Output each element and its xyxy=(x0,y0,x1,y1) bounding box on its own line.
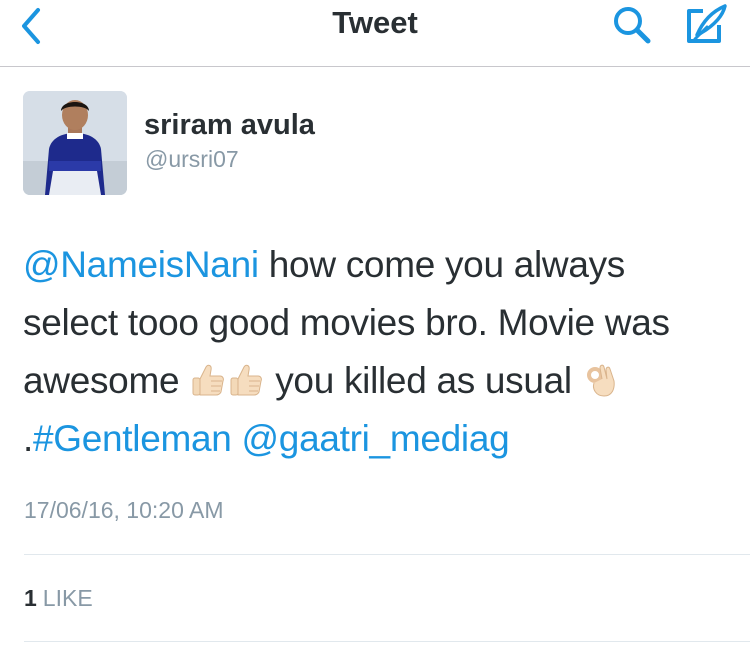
compose-button[interactable] xyxy=(681,1,731,47)
thumbs-up-icon xyxy=(227,358,265,396)
tweet-text-segment: you killed as usual xyxy=(265,360,582,401)
author-handle: @ursri07 xyxy=(145,146,239,172)
tweet-text-space xyxy=(232,418,242,459)
thumbs-up-icon xyxy=(189,358,227,396)
avatar[interactable] xyxy=(23,91,127,195)
author-display-name[interactable]: sriram avula xyxy=(144,108,315,142)
ok-hand-icon xyxy=(582,358,620,397)
likes-label: LIKE xyxy=(42,585,93,611)
tweet-text-segment: . xyxy=(23,418,33,459)
tweet-text: @NameisNani how come you always select t… xyxy=(23,236,728,468)
likes-count: 1 xyxy=(24,585,37,611)
divider xyxy=(24,641,750,642)
divider xyxy=(24,554,750,555)
navigation-bar: Tweet xyxy=(0,0,750,67)
profile-photo-icon xyxy=(23,91,127,195)
search-button[interactable] xyxy=(610,2,656,46)
mention-link[interactable]: @NameisNani xyxy=(23,244,259,285)
likes-count-link[interactable]: 1 LIKE xyxy=(24,584,93,612)
tweet-timestamp: 17/06/16, 10:20 AM xyxy=(24,497,224,523)
mention-link[interactable]: @gaatri_mediag xyxy=(242,418,510,459)
search-icon xyxy=(614,7,651,44)
hashtag-link[interactable]: #Gentleman xyxy=(33,418,232,459)
compose-icon xyxy=(687,4,727,43)
